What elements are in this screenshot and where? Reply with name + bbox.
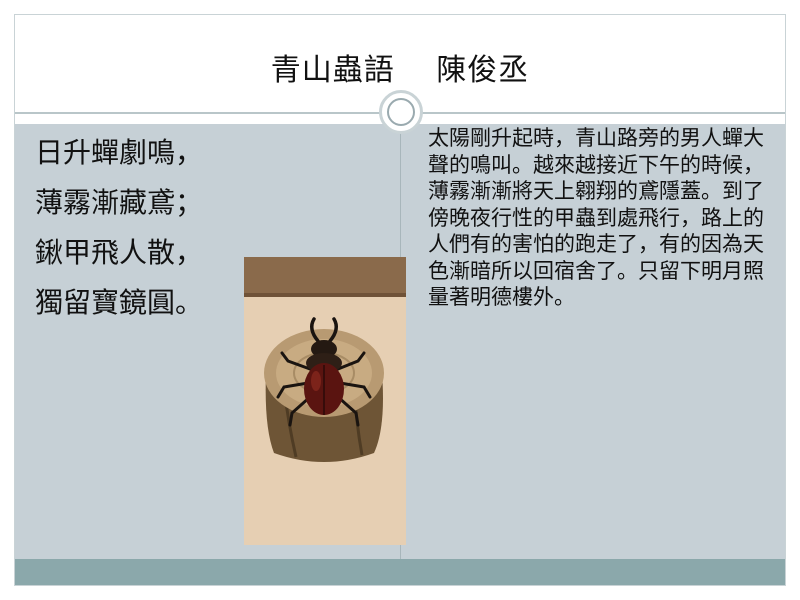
slide-frame: 青山蟲語 陳俊丞 日升蟬劇鳴， 薄霧漸藏鳶； 鍬甲飛人散， 獨留寶鏡圓。 太陽剛… bbox=[14, 14, 786, 586]
circle-ornament-inner bbox=[387, 98, 415, 126]
circle-ornament-icon bbox=[379, 90, 423, 134]
poem-line-1: 日升蟬劇鳴， bbox=[35, 136, 204, 169]
bottom-bar bbox=[15, 559, 785, 585]
slide: 青山蟲語 陳俊丞 日升蟬劇鳴， 薄霧漸藏鳶； 鍬甲飛人散， 獨留寶鏡圓。 太陽剛… bbox=[0, 0, 800, 600]
poem-text: 日升蟬劇鳴， 薄霧漸藏鳶； 鍬甲飛人散， 獨留寶鏡圓。 bbox=[35, 128, 275, 328]
poem-line-2: 薄霧漸藏鳶； bbox=[35, 186, 204, 219]
poem-line-3: 鍬甲飛人散， bbox=[35, 236, 204, 269]
stag-beetle-on-log-icon bbox=[244, 257, 406, 545]
slide-title: 青山蟲語 陳俊丞 bbox=[270, 53, 530, 88]
prose-text: 太陽剛升起時，青山路旁的男人蟬大聲的鳴叫。越來越接近下午的時候，薄霧漸漸將天上翱… bbox=[428, 126, 764, 309]
stag-beetle-photo bbox=[244, 257, 406, 545]
poem-line-4: 獨留寶鏡圓。 bbox=[35, 286, 204, 319]
